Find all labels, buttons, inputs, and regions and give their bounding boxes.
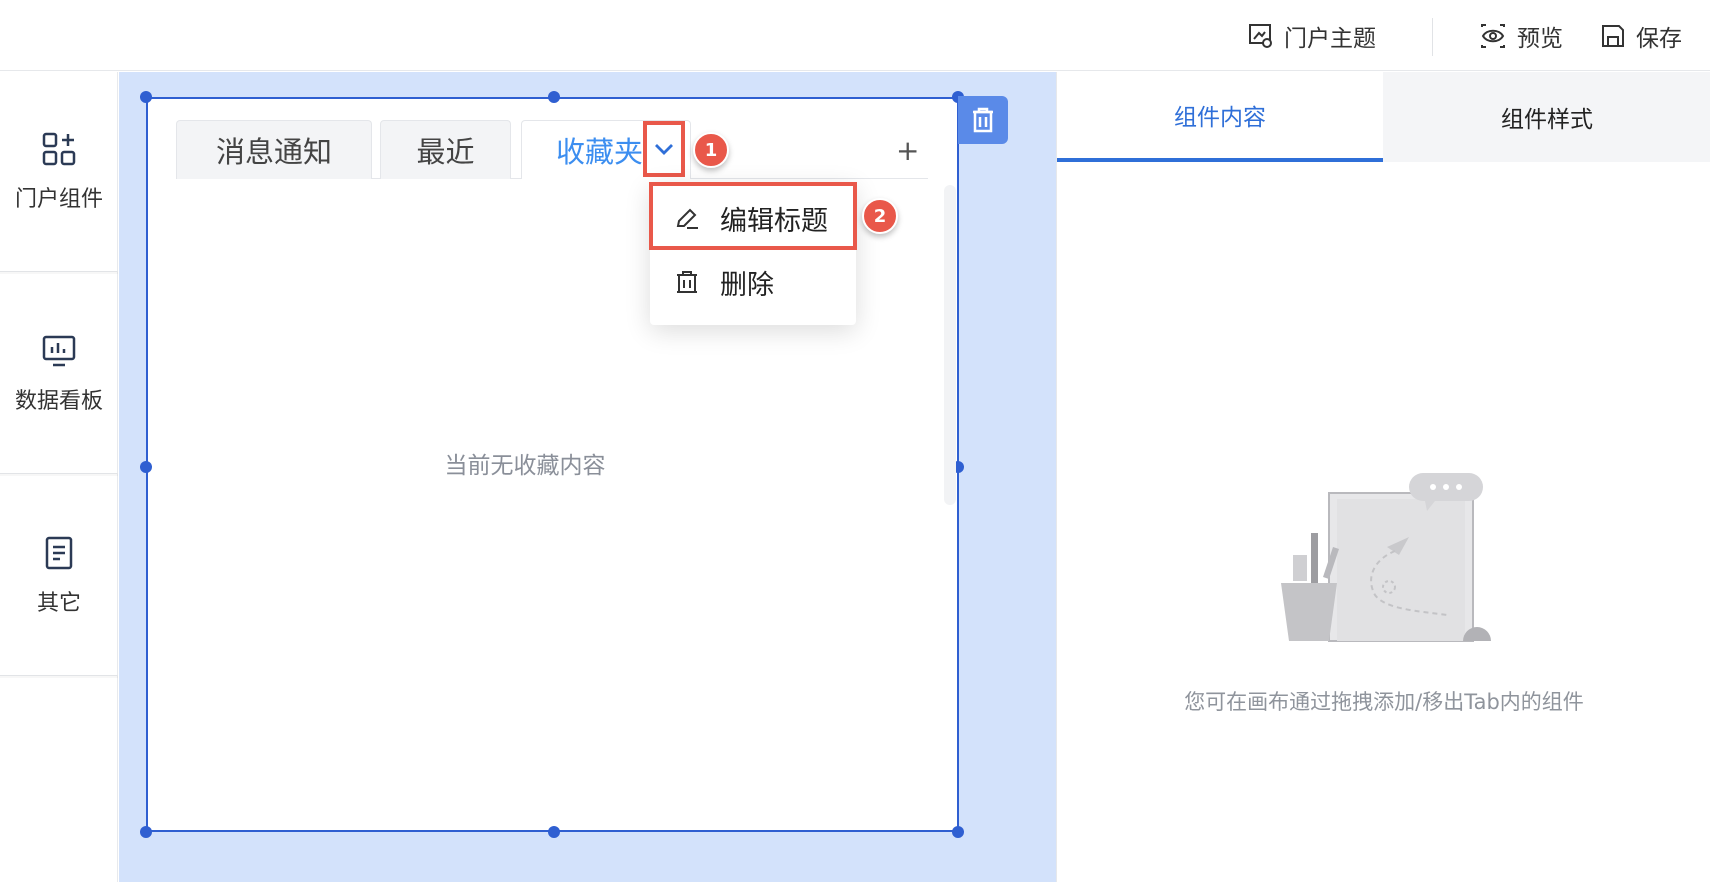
scrollbar[interactable] [944,185,956,505]
resize-handle[interactable] [140,91,152,103]
tab-recent[interactable]: 最近 [380,120,511,179]
tab-component-style[interactable]: 组件样式 [1383,72,1710,162]
left-sidebar: 门户组件 数据看板 其它 [0,72,118,882]
document-icon [45,536,73,569]
add-tab-button[interactable]: + [896,134,919,167]
delete-widget-button[interactable] [958,96,1008,144]
tab-component-content[interactable]: 组件内容 [1057,72,1383,162]
resize-handle[interactable] [548,91,560,103]
properties-panel: 组件内容 组件样式 您可在画布通过拖拽添加/移出Tab内的组件 [1056,72,1710,882]
sidebar-item-label: 其它 [36,590,81,616]
widgets-icon [42,132,76,165]
empty-illustration [1281,473,1491,642]
empty-hint-text: 您可在画布通过拖拽添加/移出Tab内的组件 [1184,690,1584,714]
tab-label: 组件样式 [1501,107,1593,133]
save-button[interactable]: 保存 [1600,0,1682,71]
tab-label: 最近 [416,135,475,169]
preview-label: 预览 [1517,25,1563,52]
resize-handle[interactable] [952,826,964,838]
sidebar-item-label: 数据看板 [14,388,103,414]
save-icon [1602,24,1624,47]
sidebar-item-portal-widgets[interactable]: 门户组件 [0,72,118,272]
resize-handle[interactable] [548,826,560,838]
menu-item-delete[interactable]: 删除 [650,251,856,313]
theme-icon [1249,23,1272,48]
tab-menu-toggle[interactable] [643,121,685,177]
eye-icon [1481,23,1505,48]
toolbar-divider [1432,18,1433,56]
portal-theme-button[interactable]: 门户主题 [1248,0,1376,71]
tab-label: 组件内容 [1174,105,1266,131]
save-label: 保存 [1636,25,1682,52]
tab-messages[interactable]: 消息通知 [176,120,372,179]
trash-icon [677,271,697,293]
chevron-down-icon [655,144,673,155]
sidebar-item-other[interactable]: 其它 [0,476,118,676]
resize-handle[interactable] [140,461,152,473]
sidebar-item-label: 门户组件 [14,186,103,212]
step-badge-2: 2 [862,198,898,234]
step-badge-1: 1 [693,132,729,168]
preview-button[interactable]: 预览 [1479,0,1563,71]
top-toolbar: 门户主题 预览 保存 [0,0,1710,71]
tab-label: 收藏夹 [556,135,644,169]
menu-item-label: 删除 [720,269,774,301]
dashboard-icon [42,335,76,366]
tab-label: 消息通知 [215,135,332,169]
resize-handle[interactable] [140,826,152,838]
trash-icon [973,107,993,133]
portal-theme-label: 门户主题 [1284,25,1376,52]
highlight-box [649,182,857,250]
empty-state-text: 当前无收藏内容 [444,453,606,479]
sidebar-item-dashboard[interactable]: 数据看板 [0,274,118,474]
